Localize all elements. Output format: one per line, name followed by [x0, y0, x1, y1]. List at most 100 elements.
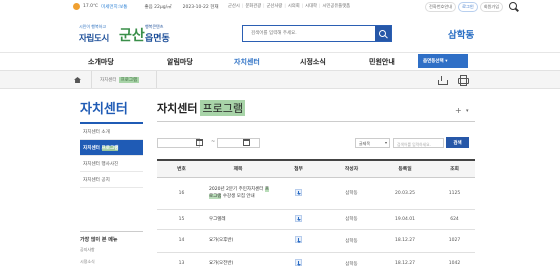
sidebar-item-photos[interactable]: 자치센터 행사사진	[80, 156, 143, 172]
popular-menu-item[interactable]: 공지사항	[80, 247, 95, 253]
search-input[interactable]	[243, 26, 375, 41]
page-title-highlight: 프로그램	[200, 100, 245, 116]
download-icon[interactable]	[295, 236, 302, 243]
nav-item-intro[interactable]: 소개마당	[88, 57, 114, 67]
site-search	[242, 25, 392, 42]
breadcrumb-label: 자치센터	[100, 78, 117, 83]
row-views: 1027	[434, 229, 475, 253]
nav-item-notice[interactable]: 알림마당	[167, 57, 193, 67]
row-writer: 삼학동	[327, 229, 376, 253]
row-title-text: 수강생 모집 안내	[221, 194, 255, 199]
home-icon[interactable]	[74, 77, 81, 83]
air-quality: 미세먼지:보통	[101, 4, 128, 10]
search-button[interactable]	[375, 26, 391, 41]
table-header-row: 번호 제목 첨부 작성자 등록일 조회	[157, 159, 475, 178]
row-number: 13	[157, 252, 206, 267]
breadcrumb-path[interactable]: 자치센터 프로그램	[100, 77, 140, 83]
column-header: 제목	[206, 159, 270, 178]
logo-slogan: 시민이 행복하고	[79, 24, 107, 29]
logo-right-text: 읍면동	[145, 34, 170, 44]
board-table: 번호 제목 첨부 작성자 등록일 조회 16 2020년 2분기 주민자치센터 …	[157, 159, 475, 267]
chevron-down-icon[interactable]: ▾	[466, 108, 474, 116]
air-detail: 좋음 22μg/㎥	[144, 4, 172, 10]
column-header: 작성자	[327, 159, 376, 178]
nav-item-autonomy-center[interactable]: 자치센터	[234, 57, 260, 67]
table-row[interactable]: 15 우그렐레 삼학동 19.04.01 624	[157, 209, 475, 230]
row-views: 1042	[434, 252, 475, 267]
column-header: 첨부	[270, 159, 327, 178]
weather-info: 17.0℃ 미세먼지:보통 좋음 22μg/㎥ 2023-10-22 현재	[73, 3, 218, 10]
family-link[interactable]: 시의회	[284, 3, 300, 9]
phone-directory-button[interactable]: 전화번호안내	[425, 2, 457, 12]
sidebar-item-highlight: 프로그램	[101, 146, 119, 151]
popular-menu-item[interactable]: 시정소식	[80, 259, 95, 265]
plus-icon[interactable]: +	[455, 107, 463, 115]
sidebar-item-intro[interactable]: 자치센터 소개	[80, 124, 143, 140]
column-header: 번호	[157, 159, 206, 178]
search-type-select[interactable]: 글제목	[355, 138, 390, 148]
row-attachment[interactable]	[270, 177, 327, 210]
divider	[157, 121, 475, 122]
temperature: 17.0℃	[83, 4, 99, 9]
column-header: 등록일	[376, 159, 434, 178]
column-header: 조회	[434, 159, 475, 178]
sidebar-item-notice[interactable]: 자치센터 공지	[80, 172, 143, 188]
family-link[interactable]: 군산시	[228, 3, 240, 9]
date-separator: ~	[211, 139, 216, 145]
row-date: 18.12.27	[376, 229, 434, 253]
row-date: 20.03.25	[376, 177, 434, 210]
current-date: 2023-10-22 현재	[182, 4, 219, 10]
family-link[interactable]: 군산사랑	[263, 3, 283, 9]
row-title[interactable]: 우그렐레	[206, 209, 270, 230]
utility-bar: 17.0℃ 미세먼지:보통 좋음 22μg/㎥ 2023-10-22 현재 군산…	[0, 0, 560, 14]
board-filter: ~ 글제목 검색어를 입력하세요. 검색	[157, 137, 475, 149]
end-date-field[interactable]	[217, 138, 260, 148]
nav-item-civil-service[interactable]: 민원안내	[369, 57, 395, 67]
popular-menu-title: 가장 많이 본 메뉴	[80, 231, 143, 243]
logo-right-slogan: 행복콘텐츠	[145, 24, 164, 29]
search-submit-button[interactable]: 검색	[446, 137, 469, 148]
logo-text: 자립도시	[79, 34, 110, 44]
family-links: 군산시 문화관광 군산사랑 시의회 시대학 시민공유플랫폼	[228, 3, 350, 9]
print-icon[interactable]	[458, 75, 469, 86]
family-link[interactable]: 문화관광	[242, 3, 261, 9]
row-attachment[interactable]	[270, 252, 327, 267]
nav-item-city-news[interactable]: 시정소식	[300, 57, 326, 67]
download-icon[interactable]	[295, 188, 302, 196]
main-navigation: 소개마당 알림마당 자치센터 시정소식 민원안내 읍면동선택 ▾	[0, 52, 560, 69]
row-attachment[interactable]	[270, 229, 327, 253]
row-title-text: 2020년 2분기 주민자치센터	[209, 187, 265, 192]
dong-name: 삼학동	[448, 30, 475, 41]
table-row[interactable]: 16 2020년 2분기 주민자치센터 프로그램 수강생 모집 안내 삼학동 2…	[157, 177, 475, 210]
join-button[interactable]: 회원가입	[479, 2, 504, 12]
share-icon[interactable]	[438, 76, 448, 85]
family-link[interactable]: 시민공유플랫폼	[319, 3, 350, 9]
divider	[156, 71, 157, 88]
start-date-field[interactable]	[157, 138, 200, 148]
family-link[interactable]: 시대학	[302, 3, 317, 9]
download-icon[interactable]	[295, 259, 302, 266]
download-icon[interactable]	[295, 214, 302, 222]
login-button[interactable]: 로그인	[458, 2, 478, 12]
row-number: 14	[157, 229, 206, 253]
dong-select-button[interactable]: 읍면동선택 ▾	[418, 54, 468, 68]
table-row[interactable]: 14 요가(오후반) 삼학동 18.12.27 1027	[157, 229, 475, 253]
calendar-icon[interactable]	[196, 139, 203, 146]
search-icon[interactable]	[509, 2, 519, 12]
row-title[interactable]: 요가(오후반)	[206, 229, 270, 253]
site-logo[interactable]: 시민이 행복하고 자립도시 군산 행복콘텐츠 읍면동	[76, 23, 176, 47]
sidebar-item-program[interactable]: 자치센터 프로그램	[80, 140, 143, 156]
keyword-input[interactable]: 검색어를 입력하세요.	[393, 138, 444, 148]
sidebar-menu: 자치센터 소개 자치센터 프로그램 자치센터 행사사진 자치센터 공지	[80, 124, 143, 188]
row-date: 19.04.01	[376, 209, 434, 230]
calendar-icon[interactable]	[243, 139, 250, 146]
breadcrumb: 자치센터 프로그램	[0, 70, 560, 89]
row-attachment[interactable]	[270, 209, 327, 230]
row-title[interactable]: 요가(오전반)	[206, 252, 270, 267]
page-title-text: 자치센터	[157, 102, 198, 115]
row-title[interactable]: 2020년 2분기 주민자치센터 프로그램 수강생 모집 안내	[206, 177, 270, 210]
row-views: 624	[434, 209, 475, 230]
table-row[interactable]: 13 요가(오전반) 삼학동 18.12.27 1042	[157, 252, 475, 267]
page-title: 자치센터 프로그램	[157, 100, 245, 116]
row-date: 18.12.27	[376, 252, 434, 267]
